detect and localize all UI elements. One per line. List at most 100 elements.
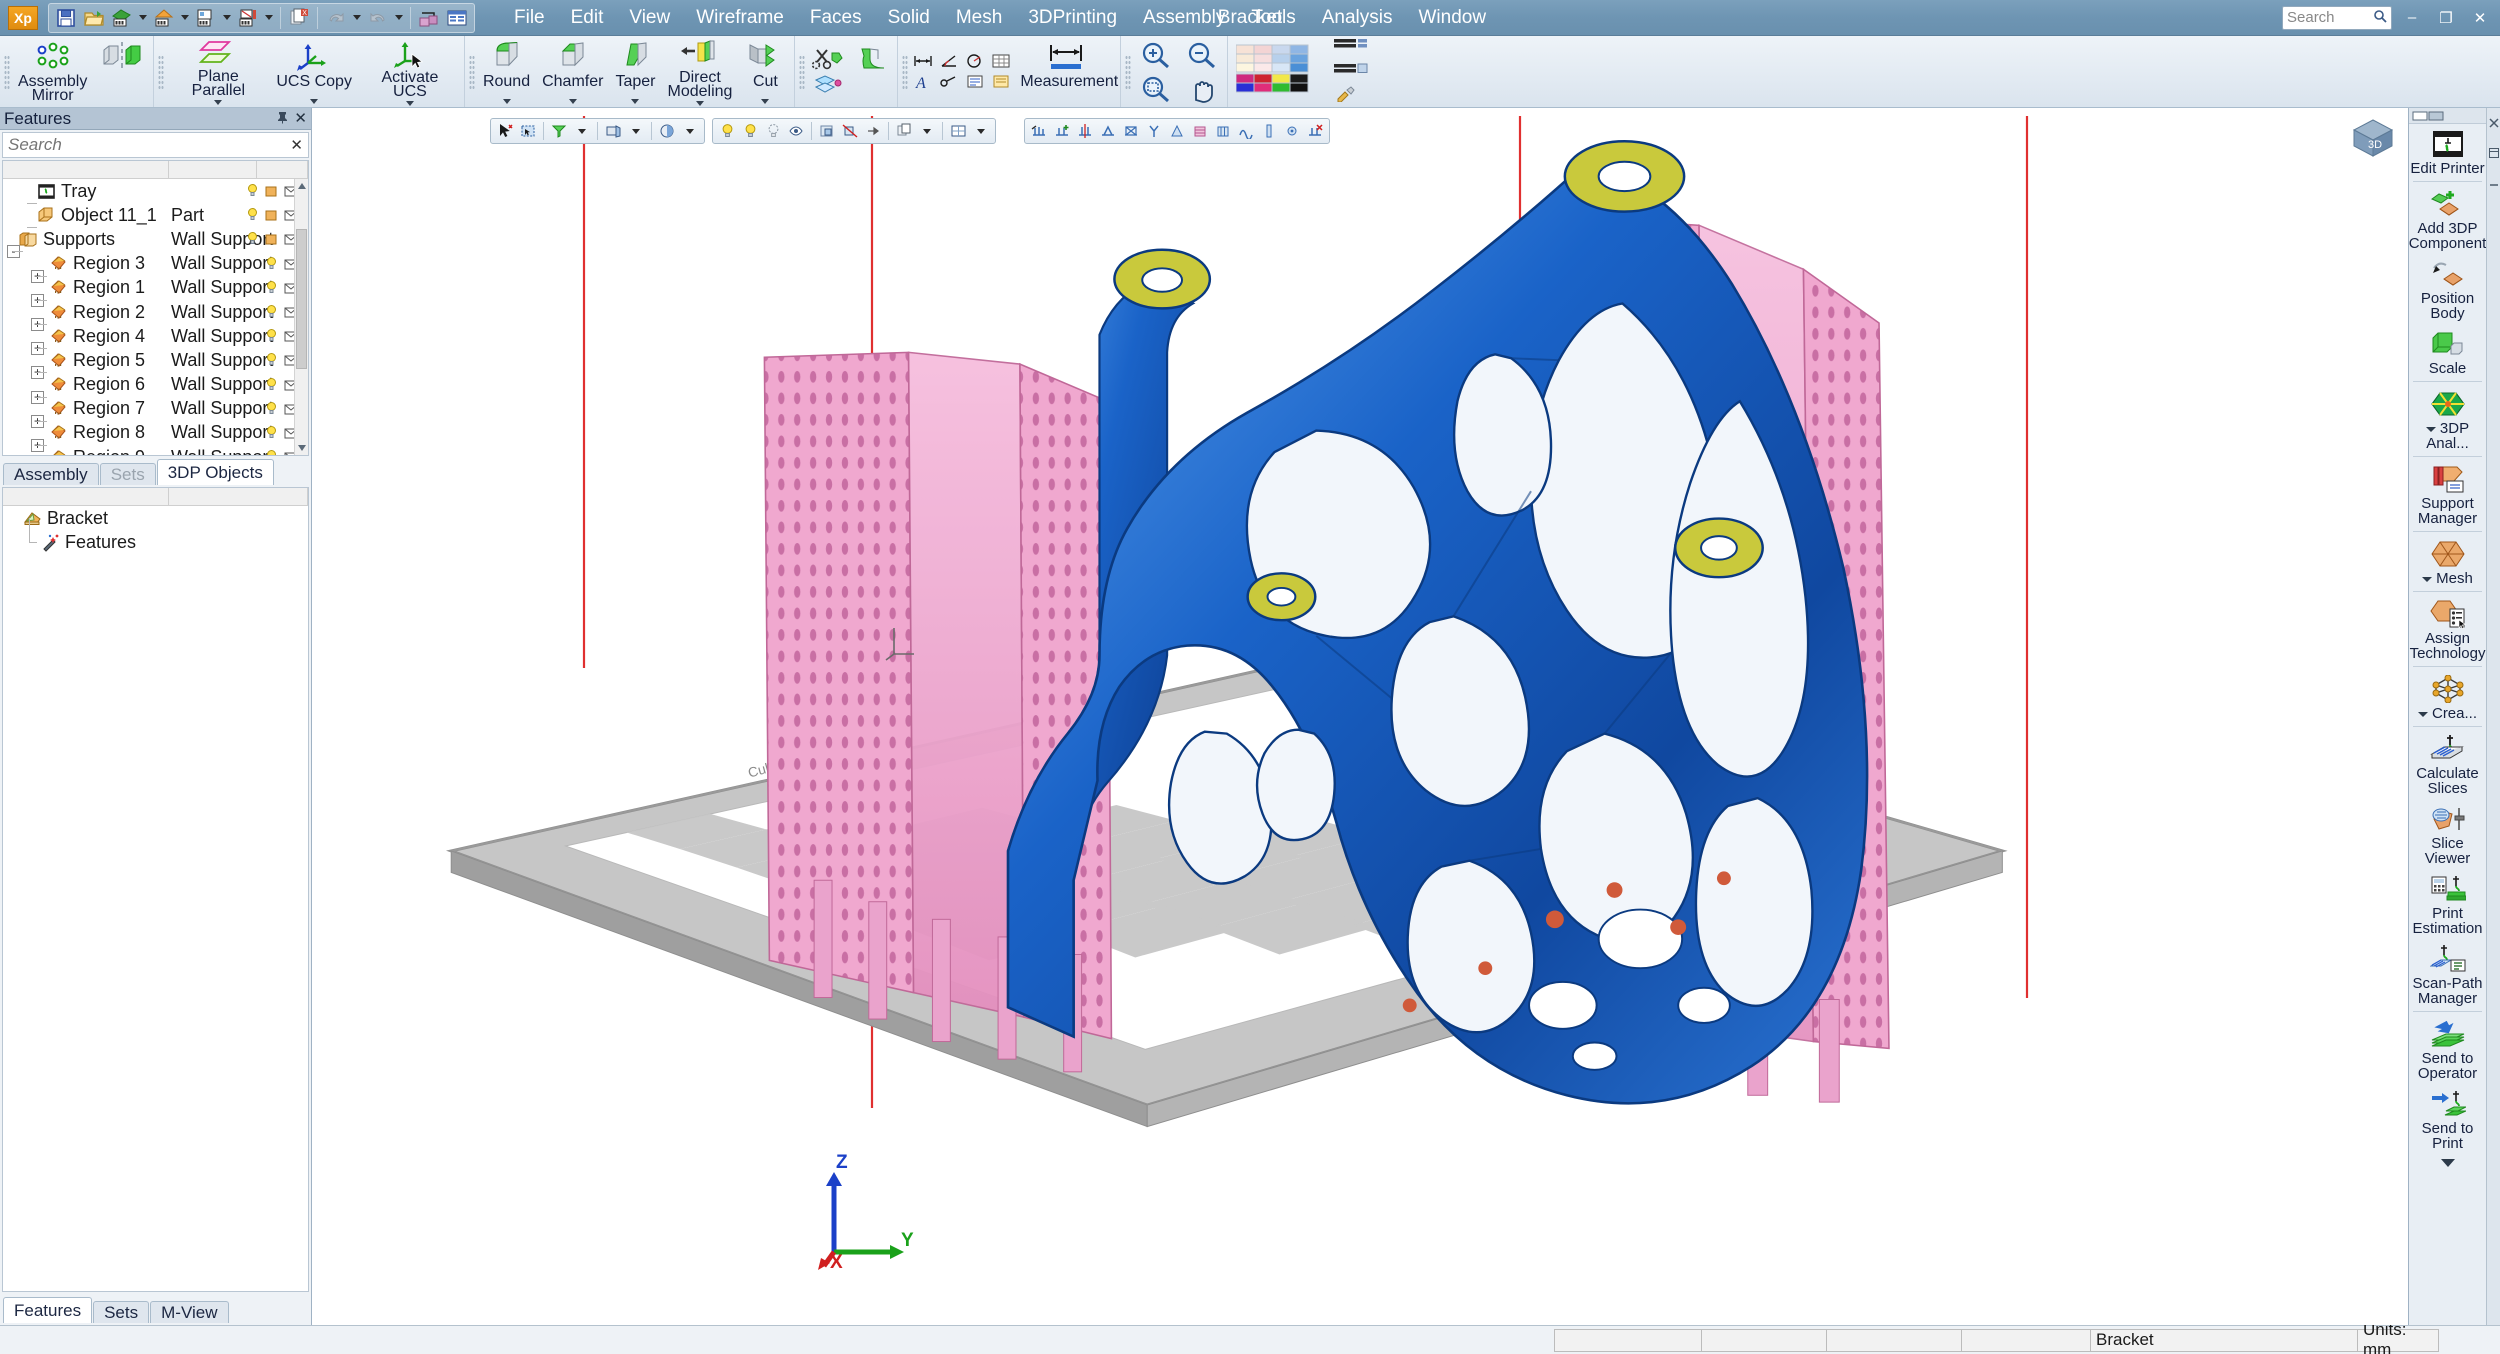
open-icon[interactable] [81,5,107,31]
scrollbar-thumb[interactable] [296,229,307,369]
export-icon[interactable] [151,5,177,31]
features-tree-row[interactable]: +Region 3Wall Support [3,252,308,283]
chevron-down-icon[interactable] [695,99,704,107]
ribbon-mirror-body[interactable] [93,36,151,107]
right-bar-assign-technology[interactable]: Assign Technology [2409,594,2486,664]
ribbon-ucs-copy[interactable]: UCS Copy [270,36,358,107]
features-search-input[interactable] [8,135,287,155]
window-list-icon[interactable] [444,5,470,31]
chevron-down-icon[interactable] [214,98,223,107]
group-grip[interactable] [900,36,910,107]
copy-icon[interactable]: X [286,5,312,31]
menu-mesh[interactable]: Mesh [943,3,1015,33]
print-preview-chevron-down-icon[interactable] [221,5,233,31]
note-box-icon[interactable] [962,71,988,93]
chevron-down-icon[interactable] [2440,1155,2455,1170]
tab-3dp-objects[interactable]: 3DP Objects [156,459,274,485]
visibility-bulb-icon[interactable] [265,279,278,300]
color-palette-icon[interactable] [1235,44,1328,100]
menu-tools[interactable]: Tools [1238,3,1308,33]
objects-tree-row-features[interactable]: Features [3,518,308,554]
menu-analysis[interactable]: Analysis [1309,3,1406,33]
visibility-bulb-icon[interactable] [246,206,259,227]
right-bar-add-3dp-component[interactable]: Add 3DP Component [2409,184,2486,254]
group-grip[interactable] [1123,36,1133,107]
import-icon[interactable] [109,5,135,31]
minimize-button[interactable]: – [2398,6,2426,30]
ribbon-plane-parallel[interactable]: Plane Parallel [166,36,270,107]
part-state-icon[interactable] [265,230,278,251]
features-tree-row[interactable]: -SupportsWall Support [3,227,308,259]
ribbon-trim[interactable] [807,45,851,73]
tab-features[interactable]: Features [3,1297,93,1323]
redo-chevron-down-icon[interactable] [393,5,405,31]
scroll-down-icon[interactable] [295,441,308,455]
menu-solid[interactable]: Solid [875,3,943,33]
right-bar-print-estimation[interactable]: Print Estimation [2409,869,2486,939]
ribbon-activate-ucs[interactable]: Activate UCS [358,36,462,107]
visibility-bulb-icon[interactable] [265,376,278,397]
features-tree-row[interactable]: +Region 8Wall Support [3,421,308,452]
print-chevron-down-icon[interactable] [263,5,275,31]
eyedropper-icon[interactable] [1334,85,1368,108]
ribbon-taper[interactable]: Taper [609,36,661,107]
right-bar-create-lattice[interactable]: Crea... [2409,669,2486,724]
tab-sets[interactable]: Sets [99,463,156,485]
right-bar-send-to-print[interactable]: Send to Print [2409,1084,2486,1154]
group-grip[interactable] [467,36,477,107]
right-bar-send-to-operator[interactable]: Send to Operator [2409,1014,2486,1084]
menu-wireframe[interactable]: Wireframe [683,3,797,33]
layout-icon[interactable] [2488,142,2499,164]
scroll-up-icon[interactable] [295,179,308,193]
maximize-button[interactable]: ❐ [2432,6,2460,30]
visibility-bulb-icon[interactable] [265,351,278,372]
menu-assembly[interactable]: Assembly [1130,3,1238,33]
right-bar-scan-path-manager[interactable]: Scan-Path Manager [2409,939,2486,1009]
pan-icon[interactable] [1179,72,1225,106]
features-tree-row[interactable]: +Region 4Wall Support [3,324,308,356]
chevron-down-icon[interactable] [2422,576,2433,582]
tab-assembly[interactable]: Assembly [3,463,99,485]
right-bar-slice-viewer[interactable]: Slice Viewer [2409,799,2486,869]
features-tree-row[interactable]: Object 11_1 Part [3,203,308,229]
features-tree-row[interactable]: Tray [3,179,308,205]
visibility-bulb-icon[interactable] [265,303,278,324]
right-bar-position-body[interactable]: Position Body [2409,254,2486,324]
zoom-window-icon[interactable] [1133,72,1179,106]
refresh-icon[interactable] [416,5,442,31]
menu-file[interactable]: File [501,3,558,33]
close-panel-icon[interactable] [2488,112,2499,134]
ribbon-measurement[interactable]: Measurement [1014,36,1118,107]
chevron-down-icon[interactable] [310,96,319,107]
note-color-icon[interactable] [988,71,1014,93]
ribbon-split[interactable] [807,73,851,99]
features-tree-row[interactable]: +Region 1Wall Support [3,276,308,307]
chevron-down-icon[interactable] [405,99,414,107]
part-state-icon[interactable] [265,206,278,227]
import-chevron-down-icon[interactable] [137,5,149,31]
layer-list-icon[interactable] [1334,36,1368,58]
close-button[interactable]: ✕ [2466,6,2494,30]
menu-faces[interactable]: Faces [797,3,875,33]
visibility-bulb-icon[interactable] [246,230,259,251]
angular-dim-icon[interactable] [936,51,962,71]
chevron-down-icon[interactable] [2425,426,2436,432]
features-tree-row[interactable]: +Region 7Wall Support [3,397,308,428]
group-grip[interactable] [2,36,12,107]
visibility-bulb-icon[interactable] [265,327,278,348]
zoom-out-icon[interactable] [1179,38,1225,72]
undo-chevron-down-icon[interactable] [351,5,363,31]
features-tree-row[interactable]: +Region 6Wall Support [3,373,308,404]
right-bar-handle[interactable] [2409,108,2486,124]
search-input[interactable]: Search [2282,5,2392,30]
viewport-3d[interactable]: 3D Cube Z Y X [312,108,2408,1325]
menu-3dprinting[interactable]: 3DPrinting [1015,3,1130,33]
right-bar-support-manager[interactable]: Support Manager [2409,459,2486,529]
ribbon-assembly-mirror[interactable]: Assembly Mirror [12,36,93,107]
clear-search-icon[interactable]: ✕ [286,136,303,154]
visibility-bulb-icon[interactable] [265,448,278,455]
visibility-bulb-icon[interactable] [246,182,259,203]
visibility-bulb-icon[interactable] [265,255,278,276]
linear-dim-icon[interactable] [910,51,936,71]
visibility-bulb-icon[interactable] [265,400,278,421]
